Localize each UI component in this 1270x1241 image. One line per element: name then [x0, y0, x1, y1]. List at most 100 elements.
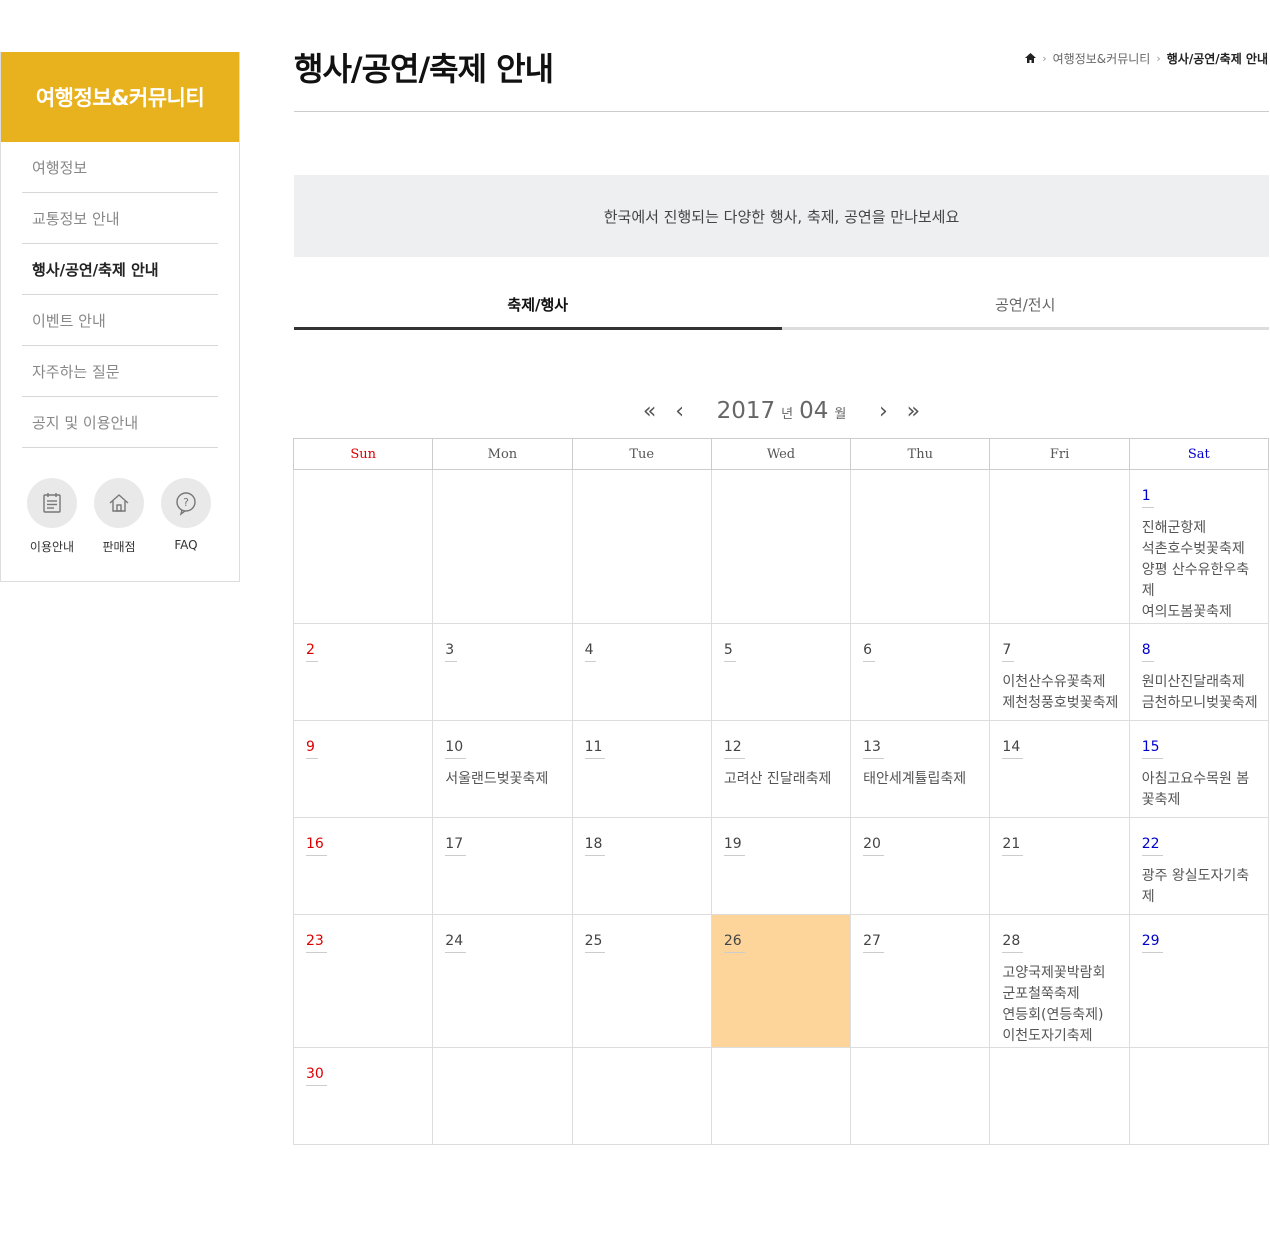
- sidebar-item-faq[interactable]: 자주하는 질문: [22, 346, 218, 397]
- home-icon[interactable]: [1025, 52, 1037, 66]
- calendar-list-icon: [27, 478, 77, 528]
- calendar-day-cell[interactable]: 16: [292, 817, 434, 915]
- calendar-day-cell[interactable]: 2: [292, 623, 434, 721]
- event-list: 고양국제꽃박람회 군포철쭉축제 연등회(연등축제) 이천도자기축제: [1002, 963, 1128, 1047]
- calendar-day-cell[interactable]: 25: [571, 914, 712, 1048]
- prev-month-button[interactable]: ‹: [665, 399, 695, 424]
- calendar-day-cell[interactable]: 13 태안세계튤립축제: [850, 720, 991, 818]
- day-content: 19: [712, 818, 850, 856]
- event-link[interactable]: 아침고요수목원 봄꽃축제: [1142, 769, 1262, 811]
- calendar-day-cell: [989, 469, 1130, 624]
- day-content: 28 고양국제꽃박람회 군포철쭉축제 연등회(연등축제) 이천도자기축제: [990, 915, 1128, 1047]
- quick-link-guide[interactable]: 이용안내: [27, 478, 77, 555]
- event-link[interactable]: 양평 산수유한우축제: [1142, 560, 1262, 602]
- day-number: 9: [306, 739, 318, 759]
- day-number: 24: [445, 933, 467, 953]
- next-year-button[interactable]: »: [898, 399, 928, 424]
- calendar-day-cell[interactable]: 9: [292, 720, 434, 818]
- event-link[interactable]: 이천산수유꽃축제: [1002, 672, 1122, 693]
- day-content: 9: [294, 721, 432, 759]
- sidebar-item-traffic-info[interactable]: 교통정보 안내: [22, 193, 218, 244]
- calendar-day-cell[interactable]: 11: [571, 720, 712, 818]
- day-content: 18: [573, 818, 711, 856]
- calendar-day-cell[interactable]: 4: [571, 623, 712, 721]
- sidebar-item-notice[interactable]: 공지 및 이용안내: [22, 397, 218, 448]
- calendar-day-cell[interactable]: 12 고려산 진달래축제: [710, 720, 852, 818]
- event-link[interactable]: 연등회(연등축제): [1002, 1005, 1122, 1026]
- calendar-day-cell[interactable]: 19: [710, 817, 852, 915]
- calendar-day-cell[interactable]: 5: [710, 623, 852, 721]
- day-number: 3: [445, 642, 458, 662]
- calendar-day-cell[interactable]: 22 광주 왕실도자기축제: [1128, 817, 1270, 915]
- day-content: 6: [851, 624, 989, 662]
- intro-banner: 한국에서 진행되는 다양한 행사, 축제, 공연을 만나보세요: [294, 175, 1269, 257]
- day-number: 27: [863, 933, 884, 953]
- calendar-day-cell[interactable]: 28 고양국제꽃박람회 군포철쭉축제 연등회(연등축제) 이천도자기축제: [989, 914, 1130, 1048]
- event-link[interactable]: 진해군항제: [1142, 518, 1262, 539]
- day-content: 10 서울랜드벚꽃축제: [433, 721, 571, 790]
- event-link[interactable]: 여의도봄꽃축제: [1142, 602, 1262, 623]
- sidebar-item-travel-info[interactable]: 여행정보: [22, 142, 218, 193]
- tab-festival[interactable]: 축제/행사: [294, 282, 782, 330]
- calendar-day-cell[interactable]: 29: [1128, 914, 1270, 1048]
- day-content: 5: [712, 624, 850, 662]
- day-number: 30: [306, 1066, 327, 1086]
- calendar-day-cell[interactable]: 1 진해군항제 석촌호수벚꽃축제 양평 산수유한우축제 여의도봄꽃축제: [1128, 469, 1270, 624]
- event-link[interactable]: 원미산진달래축제: [1142, 672, 1262, 693]
- prev-year-button[interactable]: «: [635, 399, 665, 424]
- calendar-day-cell[interactable]: 20: [850, 817, 991, 915]
- day-content: 14: [990, 721, 1128, 759]
- quick-link-store[interactable]: 판매점: [94, 478, 144, 555]
- calendar-body: 1 진해군항제 석촌호수벚꽃축제 양평 산수유한우축제 여의도봄꽃축제 2 3 4 5 6 7 이천산…: [292, 469, 1270, 1145]
- calendar-day-cell[interactable]: 3: [432, 623, 573, 721]
- calendar-week: 23 24 25 26 27 28 고양국제꽃박람회 군포철쭉축제 연등회(연등축제) 이천도자기…: [292, 914, 1270, 1048]
- quick-link-faq[interactable]: ? FAQ: [161, 478, 211, 555]
- sidebar: 여행정보&커뮤니티 여행정보 교통정보 안내 행사/공연/축제 안내 이벤트 안…: [0, 52, 240, 582]
- event-link[interactable]: 고양국제꽃박람회: [1002, 963, 1122, 984]
- event-link[interactable]: 이천도자기축제: [1002, 1026, 1122, 1047]
- sidebar-item-events[interactable]: 행사/공연/축제 안내: [22, 244, 218, 295]
- day-number: 17: [445, 836, 467, 856]
- calendar-day-cell[interactable]: 10 서울랜드벚꽃축제: [432, 720, 573, 818]
- calendar-day-cell[interactable]: 17: [432, 817, 573, 915]
- calendar-day-cell[interactable]: 26: [710, 914, 852, 1048]
- day-number: 12: [723, 739, 745, 759]
- calendar-day-cell[interactable]: 24: [432, 914, 573, 1048]
- event-link[interactable]: 광주 왕실도자기축제: [1142, 866, 1262, 908]
- calendar-week: 16 17 18 19 20 21 22 광주 왕실도자기축제: [292, 817, 1270, 915]
- current-month: 2017 년 04 월: [717, 398, 847, 424]
- calendar-day-cell[interactable]: 14: [989, 720, 1130, 818]
- event-link[interactable]: 고려산 진달래축제: [724, 769, 844, 790]
- event-link[interactable]: 석촌호수벚꽃축제: [1142, 539, 1262, 560]
- calendar-day-cell[interactable]: 21: [989, 817, 1130, 915]
- event-link[interactable]: 태안세계튤립축제: [863, 769, 983, 790]
- day-number: 13: [863, 739, 884, 759]
- month-navigation: « ‹ 2017 년 04 월 › »: [294, 395, 1269, 427]
- breadcrumb-item[interactable]: 여행정보&커뮤니티: [1053, 50, 1151, 67]
- day-number: 8: [1141, 642, 1154, 662]
- calendar-day-cell[interactable]: 30: [292, 1047, 434, 1145]
- day-number: 1: [1141, 488, 1154, 508]
- next-month-button[interactable]: ›: [868, 399, 898, 424]
- tab-performance[interactable]: 공연/전시: [781, 282, 1269, 330]
- calendar-day-cell[interactable]: 7 이천산수유꽃축제 제천청풍호벚꽃축제: [989, 623, 1130, 721]
- event-link[interactable]: 서울랜드벚꽃축제: [445, 769, 565, 790]
- calendar-day-cell[interactable]: 27: [850, 914, 991, 1048]
- sidebar-item-event-notice[interactable]: 이벤트 안내: [22, 295, 218, 346]
- calendar-day-cell[interactable]: 23: [292, 914, 434, 1048]
- weekday-tue: Tue: [571, 438, 712, 470]
- calendar-day-cell[interactable]: 6: [850, 623, 991, 721]
- calendar-day-cell[interactable]: 8 원미산진달래축제 금천하모니벚꽃축제: [1128, 623, 1270, 721]
- day-number: 23: [306, 933, 327, 953]
- event-link[interactable]: 제천청풍호벚꽃축제: [1002, 693, 1122, 714]
- event-list: 진해군항제 석촌호수벚꽃축제 양평 산수유한우축제 여의도봄꽃축제: [1142, 518, 1268, 623]
- event-list: 원미산진달래축제 금천하모니벚꽃축제: [1142, 672, 1268, 714]
- day-content: 11: [573, 721, 711, 759]
- calendar-day-cell[interactable]: 15 아침고요수목원 봄꽃축제: [1128, 720, 1270, 818]
- event-link[interactable]: 군포철쭉축제: [1002, 984, 1122, 1005]
- calendar-week: 2 3 4 5 6 7 이천산수유꽃축제 제천청풍호벚꽃축제 8 원미산진달래축제 금천하모니벚꽃축…: [292, 623, 1270, 721]
- event-link[interactable]: 금천하모니벚꽃축제: [1142, 693, 1262, 714]
- weekday-fri: Fri: [989, 438, 1130, 470]
- day-content: 23: [294, 915, 432, 953]
- calendar-day-cell[interactable]: 18: [571, 817, 712, 915]
